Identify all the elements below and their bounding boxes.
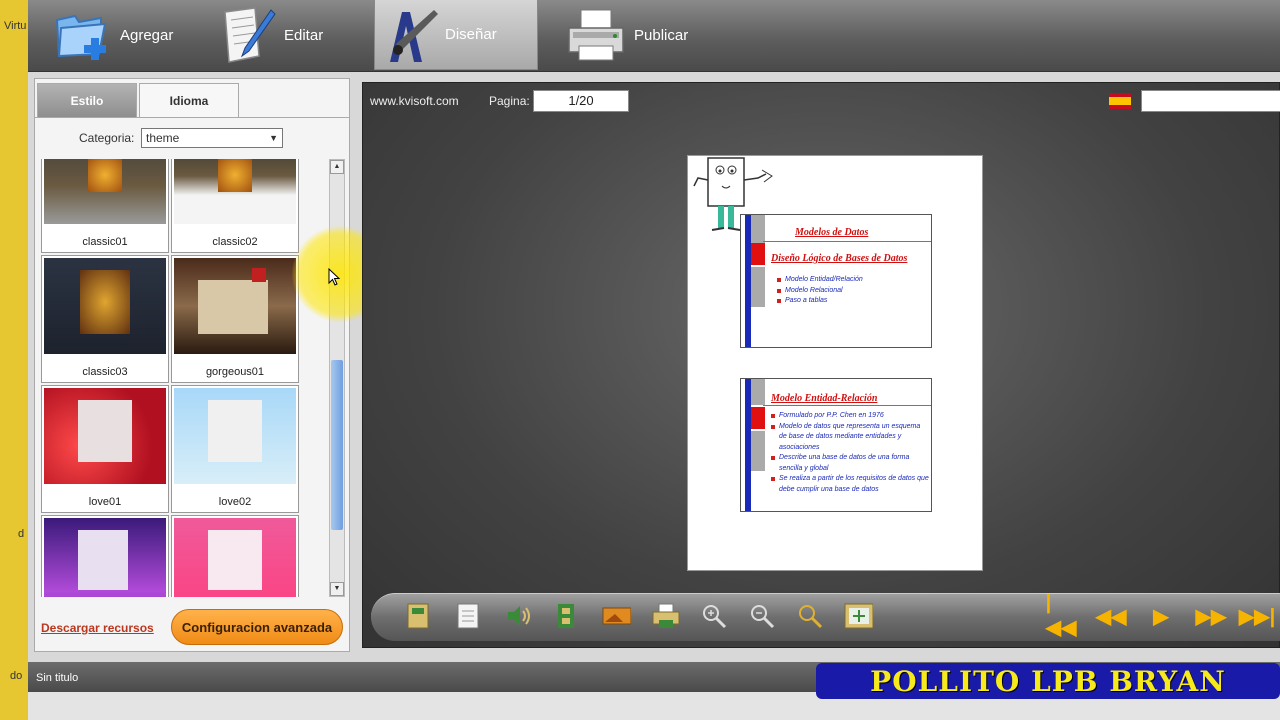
book-page: Modelos de Datos Diseño Lógico de Bases … (687, 155, 983, 571)
editar-button[interactable]: Editar (214, 0, 364, 70)
theme-preview-image (174, 388, 296, 484)
theme-name: gorgeous01 (205, 366, 265, 378)
sound-icon[interactable] (503, 602, 533, 630)
disenar-button[interactable]: Diseñar (374, 0, 538, 70)
slide-bullet: Modelo de datos que representa un esquem… (771, 422, 929, 454)
slide-bullet: Describe una base de datos de una forma … (771, 453, 929, 474)
last-page-icon[interactable]: ▶▶| (1239, 604, 1275, 628)
theme-name: classic03 (82, 366, 128, 378)
category-select[interactable]: theme ▼ (141, 128, 283, 148)
slide-title: Modelos de Datos (795, 227, 869, 238)
window-fragment: do (10, 670, 23, 682)
slide-title: Modelo Entidad-Relación (771, 393, 878, 404)
printer-publish-icon (564, 4, 628, 66)
theme-thumb-love01[interactable]: love01 (41, 385, 169, 513)
slide-subtitle: Diseño Lógico de Bases de Datos (771, 253, 908, 264)
fullscreen-icon[interactable] (843, 602, 873, 630)
slide-bullet: Modelo Entidad/Relación (777, 275, 863, 286)
main-toolbar: Agregar Editar Diseñar Publicar (28, 0, 1280, 72)
print-icon[interactable] (651, 602, 681, 630)
tab-divider (35, 117, 349, 118)
agregar-button[interactable]: Agregar (50, 0, 220, 70)
chevron-down-icon: ▼ (269, 133, 278, 143)
theme-name: love01 (88, 496, 122, 508)
site-link[interactable]: www.kvisoft.com (370, 94, 459, 108)
search-input[interactable] (1141, 90, 1280, 112)
publicar-button[interactable]: Publicar (564, 0, 734, 70)
spain-flag-icon[interactable] (1109, 93, 1131, 109)
desktop-strip: Virtu d do (0, 0, 28, 720)
slide-bullet: Formulado por P.P. Chen en 1976 (771, 411, 929, 422)
book-preview: www.kvisoft.com Pagina: 1/20 Modelos de … (362, 82, 1280, 648)
app-window: Agregar Editar Diseñar Publicar Estilo I… (28, 0, 1280, 720)
theme-gallery: classic01 classic02 classic03 gorgeous01… (41, 159, 299, 597)
zoom-in-icon[interactable] (699, 602, 729, 630)
theme-name: love02 (218, 496, 252, 508)
editar-label: Editar (284, 26, 324, 44)
theme-thumb-gorgeous01[interactable]: gorgeous01 (171, 255, 299, 383)
theme-preview-image (174, 518, 296, 597)
window-title-fragment: Virtu (4, 20, 27, 32)
play-icon[interactable]: ▶ (1147, 604, 1175, 628)
watermark-banner: POLLITO LPB BRYAN (816, 663, 1280, 699)
page-number-input[interactable]: 1/20 (533, 90, 629, 112)
theme-preview-image (44, 258, 166, 354)
zoom-out-icon[interactable] (747, 602, 777, 630)
category-row: Categoria: theme ▼ (35, 123, 349, 151)
agregar-label: Agregar (120, 26, 174, 44)
theme-thumb-love02[interactable]: love02 (171, 385, 299, 513)
slide-bullet: Paso a tablas (777, 296, 863, 307)
design-brush-icon (375, 4, 439, 66)
publicar-label: Publicar (634, 26, 689, 44)
theme-preview-image (174, 159, 296, 224)
window-fragment: d (18, 528, 25, 540)
slide-bullet: Se realiza a partir de los requisitos de… (771, 474, 929, 495)
category-label: Categoria: (79, 131, 135, 145)
status-text: Sin titulo (36, 672, 79, 684)
page-label: Pagina: (489, 94, 530, 108)
theme-thumb-classic02[interactable]: classic02 (171, 159, 299, 253)
theme-thumb-classic01[interactable]: classic01 (41, 159, 169, 253)
download-resources-link[interactable]: Descargar recursos (41, 621, 154, 635)
search-icon[interactable] (795, 602, 825, 630)
book-controls: |◀◀ ◀◀ ▶ ▶▶ ▶▶| (371, 592, 1280, 641)
slide-bullet: Modelo Relacional (777, 286, 863, 297)
theme-thumb-classic03[interactable]: classic03 (41, 255, 169, 383)
mouse-cursor-icon (328, 268, 340, 286)
theme-preview-image (44, 159, 166, 224)
slide-entidad-relacion: Modelo Entidad-Relación Formulado por P.… (740, 378, 932, 512)
film-strip-icon[interactable] (551, 602, 581, 630)
theme-thumb-purple[interactable] (41, 515, 169, 597)
theme-name: classic01 (82, 236, 128, 248)
document-edit-icon (214, 4, 278, 66)
preview-topbar: www.kvisoft.com Pagina: 1/20 (363, 83, 1280, 119)
disenar-label: Diseñar (445, 26, 497, 43)
background-image-icon[interactable] (601, 602, 631, 630)
thumbnails-icon[interactable] (453, 602, 483, 630)
theme-preview-image (44, 388, 166, 484)
first-page-icon[interactable]: |◀◀ (1046, 592, 1077, 639)
gallery-scrollbar[interactable]: ▲ ▼ (329, 159, 345, 597)
slide-modelos-datos: Modelos de Datos Diseño Lógico de Bases … (740, 214, 932, 348)
next-page-icon[interactable]: ▶▶ (1196, 604, 1227, 628)
scrollbar-thumb[interactable] (331, 360, 343, 530)
theme-preview-image (44, 518, 166, 597)
theme-preview-image (174, 258, 296, 354)
category-value: theme (146, 131, 180, 145)
previous-page-icon[interactable]: ◀◀ (1096, 604, 1127, 628)
scroll-down-icon[interactable]: ▼ (330, 582, 344, 596)
folder-add-icon (50, 4, 114, 66)
theme-name: classic02 (212, 236, 258, 248)
tab-estilo[interactable]: Estilo (37, 83, 137, 117)
design-panel: Estilo Idioma Categoria: theme ▼ classic… (34, 78, 350, 652)
theme-thumb-pink[interactable] (171, 515, 299, 597)
table-of-contents-icon[interactable] (403, 602, 433, 630)
advanced-settings-button[interactable]: Configuracion avanzada (171, 609, 343, 645)
scroll-up-icon[interactable]: ▲ (330, 160, 344, 174)
tab-idioma[interactable]: Idioma (139, 83, 239, 117)
